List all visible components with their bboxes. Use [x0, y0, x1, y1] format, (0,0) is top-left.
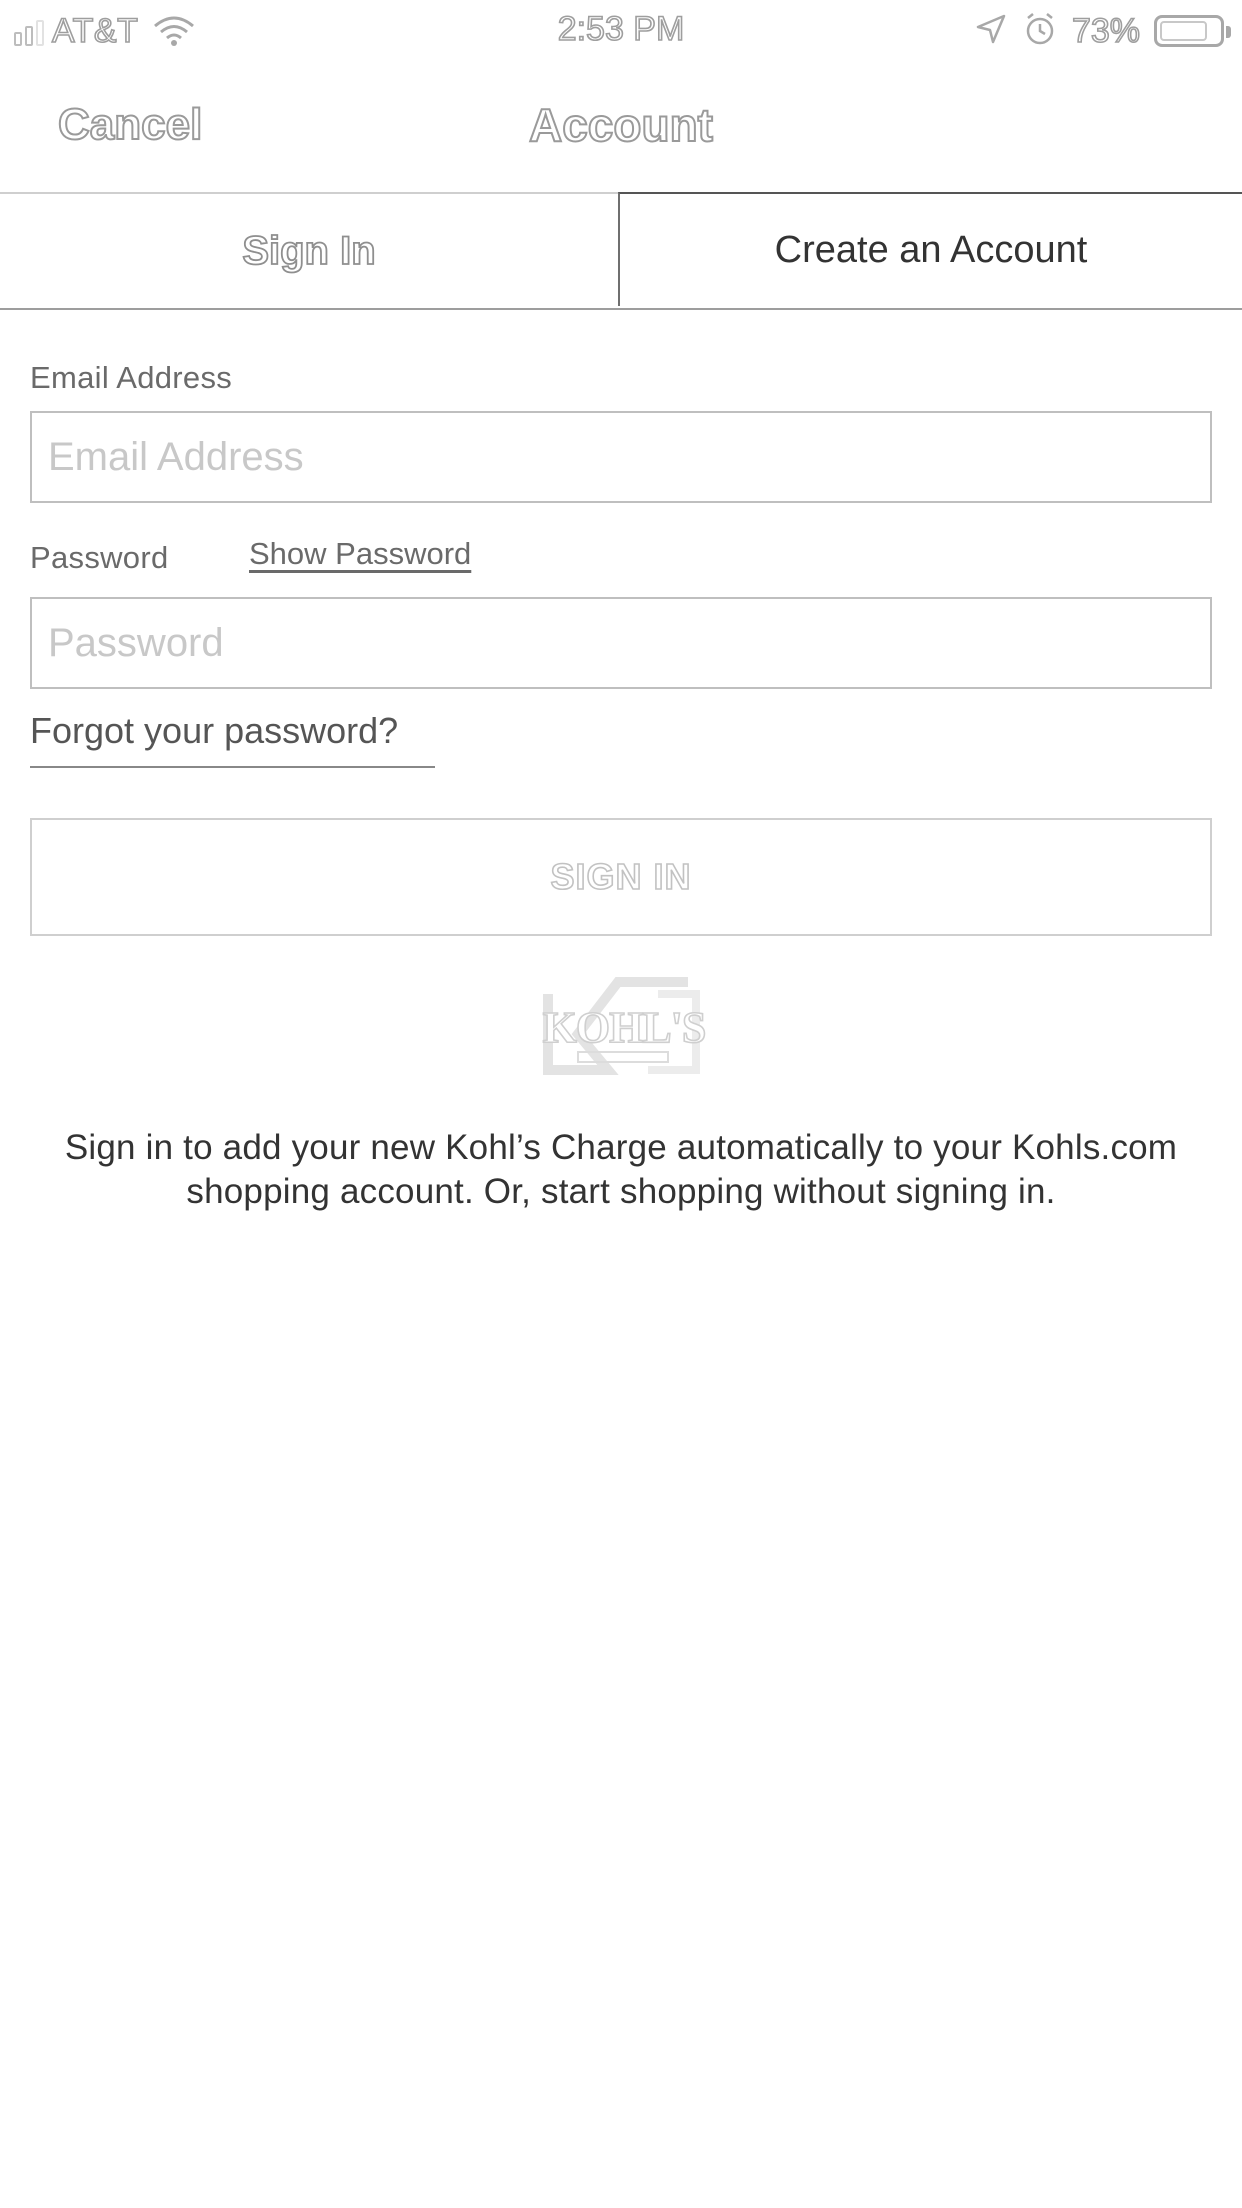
kohls-charge-logo: KOHL'S [538, 974, 710, 1082]
password-label: Password [30, 540, 169, 575]
tab-sign-in[interactable]: Sign In [0, 194, 618, 308]
status-bar: AT&T 2:53 PM 73% [0, 0, 1242, 62]
battery-icon [1154, 15, 1231, 47]
tab-create-account[interactable]: Create an Account [618, 192, 1242, 306]
nav-bar: Cancel Account [0, 62, 1242, 192]
email-field[interactable] [30, 411, 1212, 503]
sign-in-button[interactable]: SIGN IN [30, 818, 1212, 936]
status-bar-right: 73% [974, 10, 1231, 52]
location-icon [974, 12, 1008, 51]
sign-in-button-label: SIGN IN [550, 855, 692, 898]
email-label: Email Address [30, 360, 233, 395]
info-text: Sign in to add your new Kohl’s Charge au… [64, 1128, 1178, 1211]
password-field[interactable] [30, 597, 1212, 689]
logo-text: KOHL'S [542, 1002, 707, 1053]
page-title: Account [528, 98, 714, 152]
show-password-link[interactable]: Show Password [249, 536, 471, 572]
alarm-icon [1022, 11, 1058, 52]
forgot-password-link[interactable]: Forgot your password? [30, 710, 435, 768]
battery-percent: 73% [1071, 11, 1141, 51]
account-tabs: Sign In Create an Account [0, 192, 1242, 310]
